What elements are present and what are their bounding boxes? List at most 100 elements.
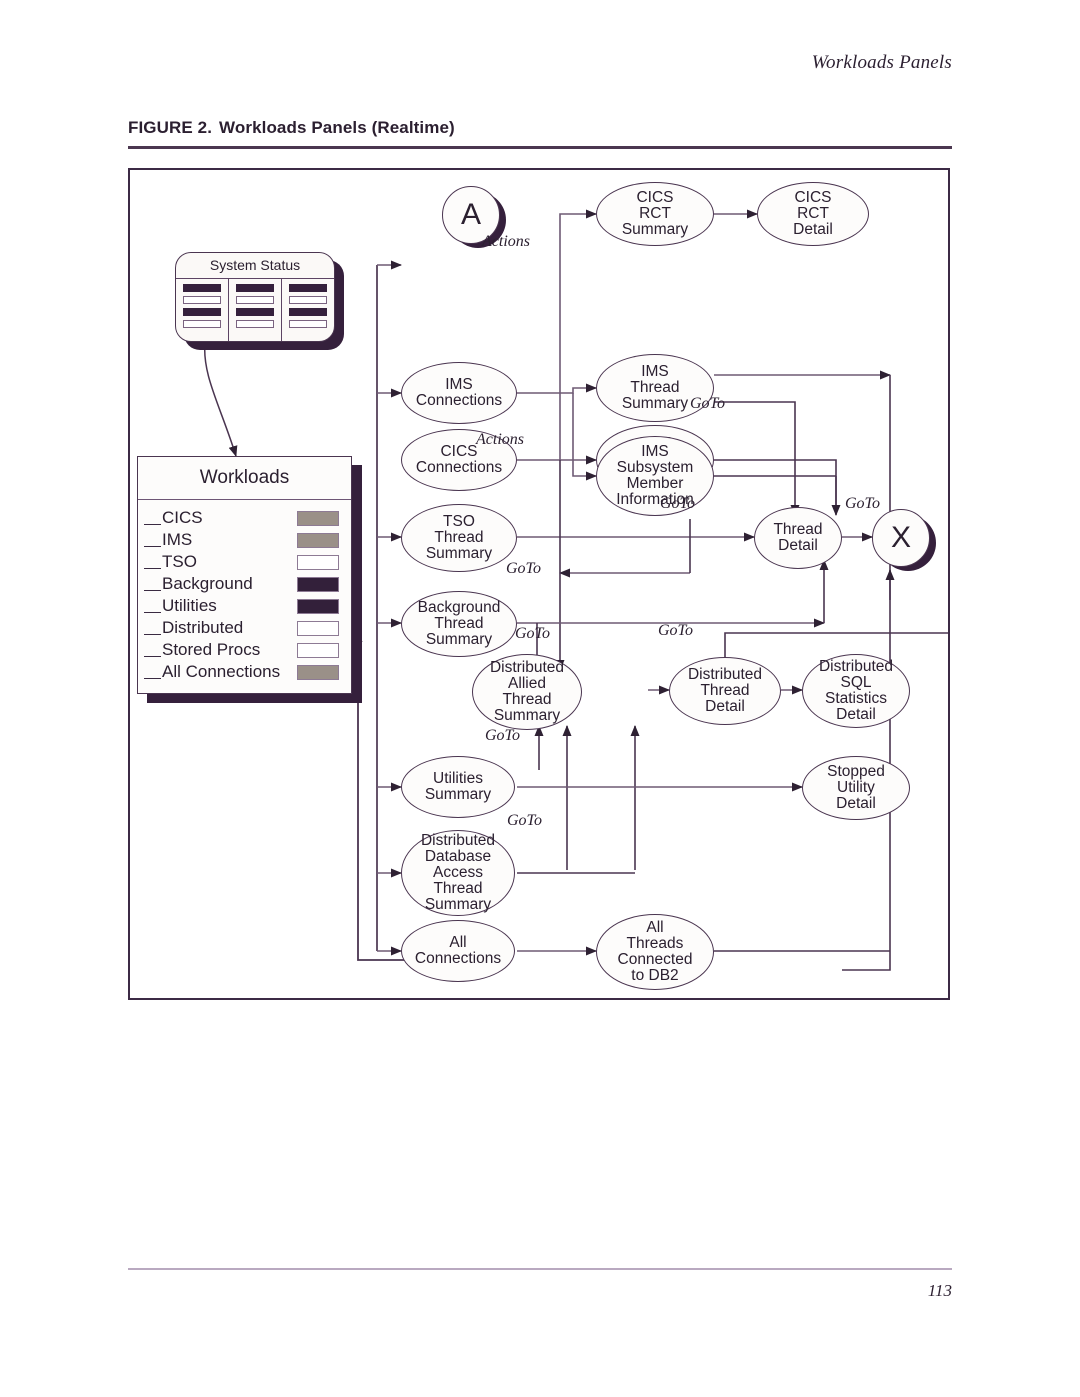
node-line: Summary: [621, 221, 689, 239]
workloads-item-background[interactable]: Background: [144, 573, 351, 595]
node-tso-thread-summary[interactable]: TSO Thread Summary: [401, 504, 517, 572]
node-line: Connections: [415, 459, 503, 476]
system-status-title: System Status: [176, 253, 334, 279]
workloads-option-list: CICS IMS TSO Background Utilities Distri…: [138, 500, 351, 683]
node-line: Thread: [433, 880, 483, 898]
node-distributed-sql-statistics-detail[interactable]: Distributed SQL Statistics Detail: [802, 654, 910, 728]
figure-title: Workloads Panels (Realtime): [219, 118, 455, 137]
figure-caption: FIGURE 2. Workloads Panels (Realtime): [128, 118, 455, 138]
status-bar: [289, 308, 327, 316]
selection-underscore: [144, 599, 161, 613]
selection-underscore: [144, 643, 161, 657]
running-head: Workloads Panels: [811, 52, 952, 73]
status-bar: [236, 308, 274, 316]
edge-label-goto-cics-thread: GoTo: [660, 495, 695, 512]
system-status-face: System Status: [175, 252, 335, 342]
footer-rule: [128, 1268, 952, 1270]
selection-underscore: [144, 533, 161, 547]
node-line: Distributed: [818, 657, 894, 675]
workloads-color-swatch: [297, 664, 339, 680]
node-line: Thread: [434, 614, 484, 632]
node-cics-rct-detail[interactable]: CICS RCT Detail: [757, 182, 869, 246]
node-line: Allied: [508, 674, 546, 692]
status-bar: [183, 308, 221, 316]
caption-rule: [128, 146, 952, 149]
node-line: Thread: [700, 681, 750, 699]
workloads-color-swatch: [297, 620, 339, 636]
node-line: Database: [424, 847, 492, 865]
workloads-item-label: Utilities: [162, 596, 217, 615]
workloads-item-label: Stored Procs: [162, 640, 261, 659]
node-ims-connections[interactable]: IMS Connections: [401, 362, 517, 424]
status-bar: [183, 296, 221, 304]
node-line: Access: [433, 863, 483, 881]
selection-underscore: [144, 621, 161, 635]
node-line: Summary: [424, 896, 492, 914]
node-cics-rct-summary[interactable]: CICS RCT Summary: [596, 182, 714, 246]
node-line: Background: [417, 598, 501, 616]
node-thread-detail[interactable]: Thread Detail: [754, 507, 842, 569]
page-number: 113: [927, 1281, 952, 1300]
node-line: Statistics: [824, 690, 887, 707]
node-line: Connected: [617, 951, 693, 968]
workloads-item-cics[interactable]: CICS: [144, 507, 351, 529]
system-status-columns: [176, 279, 334, 341]
workloads-item-ims[interactable]: IMS: [144, 529, 351, 551]
badge-x-label: X: [872, 509, 930, 567]
selection-underscore: [144, 577, 161, 591]
workloads-item-stored-procs[interactable]: Stored Procs: [144, 639, 351, 661]
status-bar: [289, 320, 327, 328]
node-line: Summary: [425, 631, 493, 649]
node-line: Detail: [836, 706, 876, 724]
badge-x-exit[interactable]: X: [872, 509, 936, 571]
workloads-item-label: All Connections: [162, 662, 281, 681]
workloads-panel-title: Workloads: [138, 457, 351, 500]
node-stopped-utility-detail[interactable]: Stopped Utility Detail: [802, 756, 910, 820]
node-all-connections[interactable]: All Connections: [401, 920, 515, 982]
status-bar: [236, 284, 274, 292]
node-line: Utility: [837, 778, 875, 796]
edge-label-goto-thread-detail: GoTo: [845, 495, 880, 512]
node-all-threads-connected-to-db2[interactable]: All Threads Connected to DB2: [596, 914, 714, 990]
status-bar: [236, 296, 274, 304]
node-ims-subsystem-member-information[interactable]: IMS Subsystem Member Information: [596, 436, 714, 516]
workloads-color-swatch: [297, 598, 339, 614]
node-line: TSO: [443, 512, 475, 530]
node-background-thread-summary[interactable]: Background Thread Summary: [401, 591, 517, 657]
workloads-color-swatch: [297, 576, 339, 592]
node-line: Distributed: [489, 658, 565, 676]
edge-label-goto-ims-thread: GoTo: [690, 395, 725, 412]
workloads-panel[interactable]: Workloads CICS IMS TSO Background Utilit…: [137, 456, 362, 703]
node-line: to DB2: [631, 967, 679, 985]
node-line: Utilities: [433, 769, 483, 787]
node-line: Thread: [502, 691, 552, 708]
node-line: Detail: [778, 537, 818, 554]
node-line: Thread: [434, 528, 484, 546]
edge-label-goto-dist-thread: GoTo: [658, 622, 693, 639]
status-bar: [289, 284, 327, 292]
node-line: All: [646, 918, 664, 936]
workloads-color-swatch: [297, 510, 339, 526]
workloads-item-tso[interactable]: TSO: [144, 551, 351, 573]
node-line: Distributed: [420, 831, 496, 849]
workloads-item-all-connections[interactable]: All Connections: [144, 661, 351, 683]
workloads-item-distributed[interactable]: Distributed: [144, 617, 351, 639]
selection-underscore: [144, 665, 161, 679]
node-line: CICS: [794, 188, 832, 206]
system-status-panel[interactable]: System Status: [175, 252, 344, 350]
edge-label-actions-ims: Actions: [476, 431, 524, 448]
node-line: Threads: [626, 934, 684, 952]
node-distributed-thread-detail[interactable]: Distributed Thread Detail: [669, 657, 781, 725]
workloads-item-utilities[interactable]: Utilities: [144, 595, 351, 617]
workloads-item-label: IMS: [162, 530, 193, 549]
edge-label-actions-cics: Actions: [482, 233, 530, 250]
node-distributed-allied-thread-summary[interactable]: Distributed Allied Thread Summary: [472, 654, 582, 730]
node-distributed-database-access-thread-summary[interactable]: Distributed Database Access Thread Summa…: [401, 830, 515, 916]
node-line: SQL: [840, 673, 872, 691]
node-line: Member: [626, 475, 684, 492]
node-utilities-summary[interactable]: Utilities Summary: [401, 756, 515, 818]
node-line: Detail: [705, 698, 745, 716]
node-line: All: [449, 933, 467, 951]
system-status-column: [282, 279, 334, 341]
edge-label-goto-utilities: GoTo: [507, 812, 542, 829]
